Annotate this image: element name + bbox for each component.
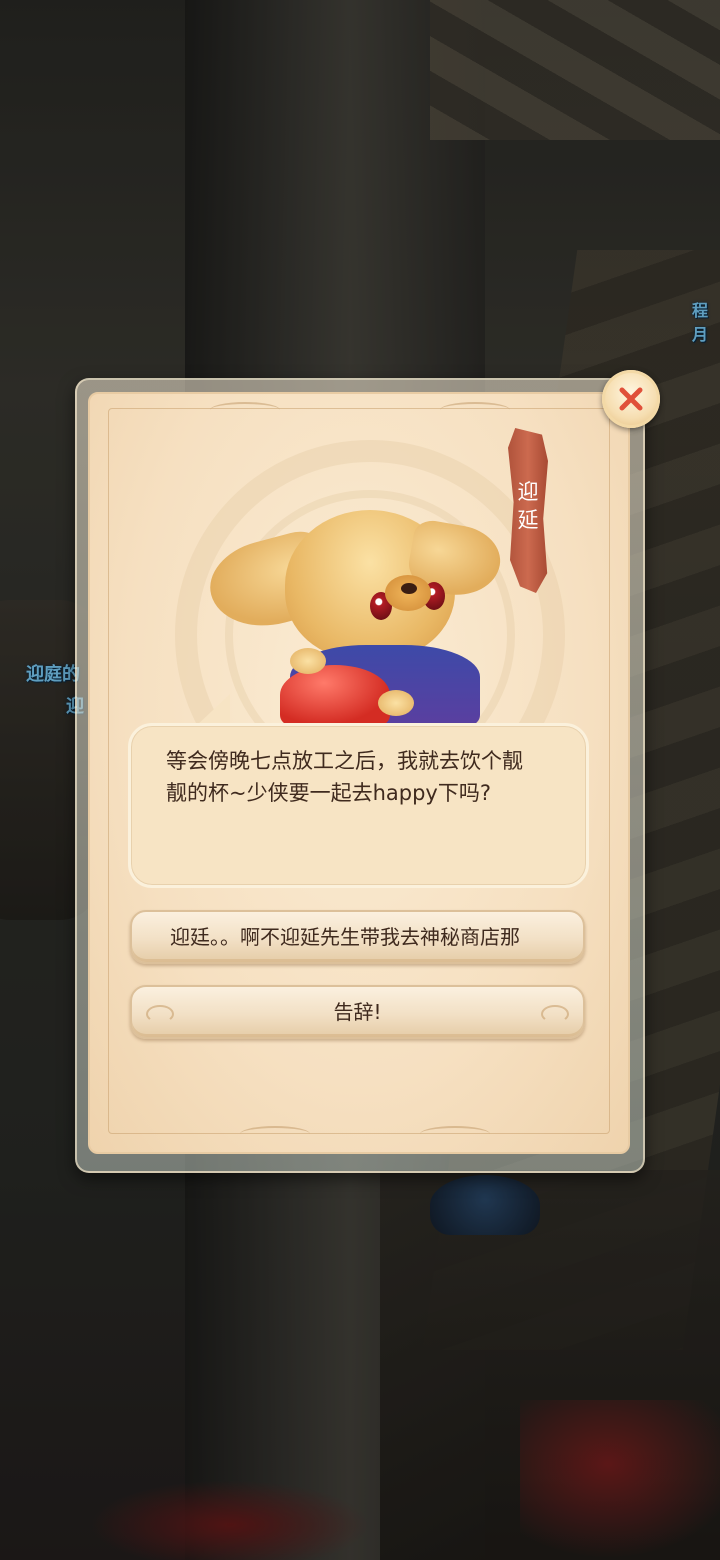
npc-portrait (201, 480, 510, 725)
npc-name: 迎 延 (517, 480, 539, 532)
option-label: 告辞! (333, 1000, 382, 1024)
close-button[interactable] (602, 370, 660, 428)
dialog-option-farewell[interactable]: 告辞! (130, 985, 585, 1039)
dog-nose (401, 583, 417, 594)
ornament (240, 1126, 310, 1142)
dog-paw (290, 648, 326, 674)
ornament (420, 1126, 490, 1142)
swirl-ornament (541, 1005, 569, 1023)
red-wine-jar (280, 665, 390, 725)
option-label: 迎廷。。啊不迎延先生带我去神秘商店那 (170, 925, 520, 949)
ornament (440, 402, 510, 418)
ornament (210, 402, 280, 418)
npc-dialogue-text: 等会傍晚七点放工之后，我就去饮个靓 靓的杯~少侠要一起去happy下吗? (166, 749, 523, 805)
dialog-option-mystery-shop[interactable]: 迎廷。。啊不迎延先生带我去神秘商店那 (130, 910, 585, 964)
close-icon (619, 387, 643, 411)
dog-paw (378, 690, 414, 716)
